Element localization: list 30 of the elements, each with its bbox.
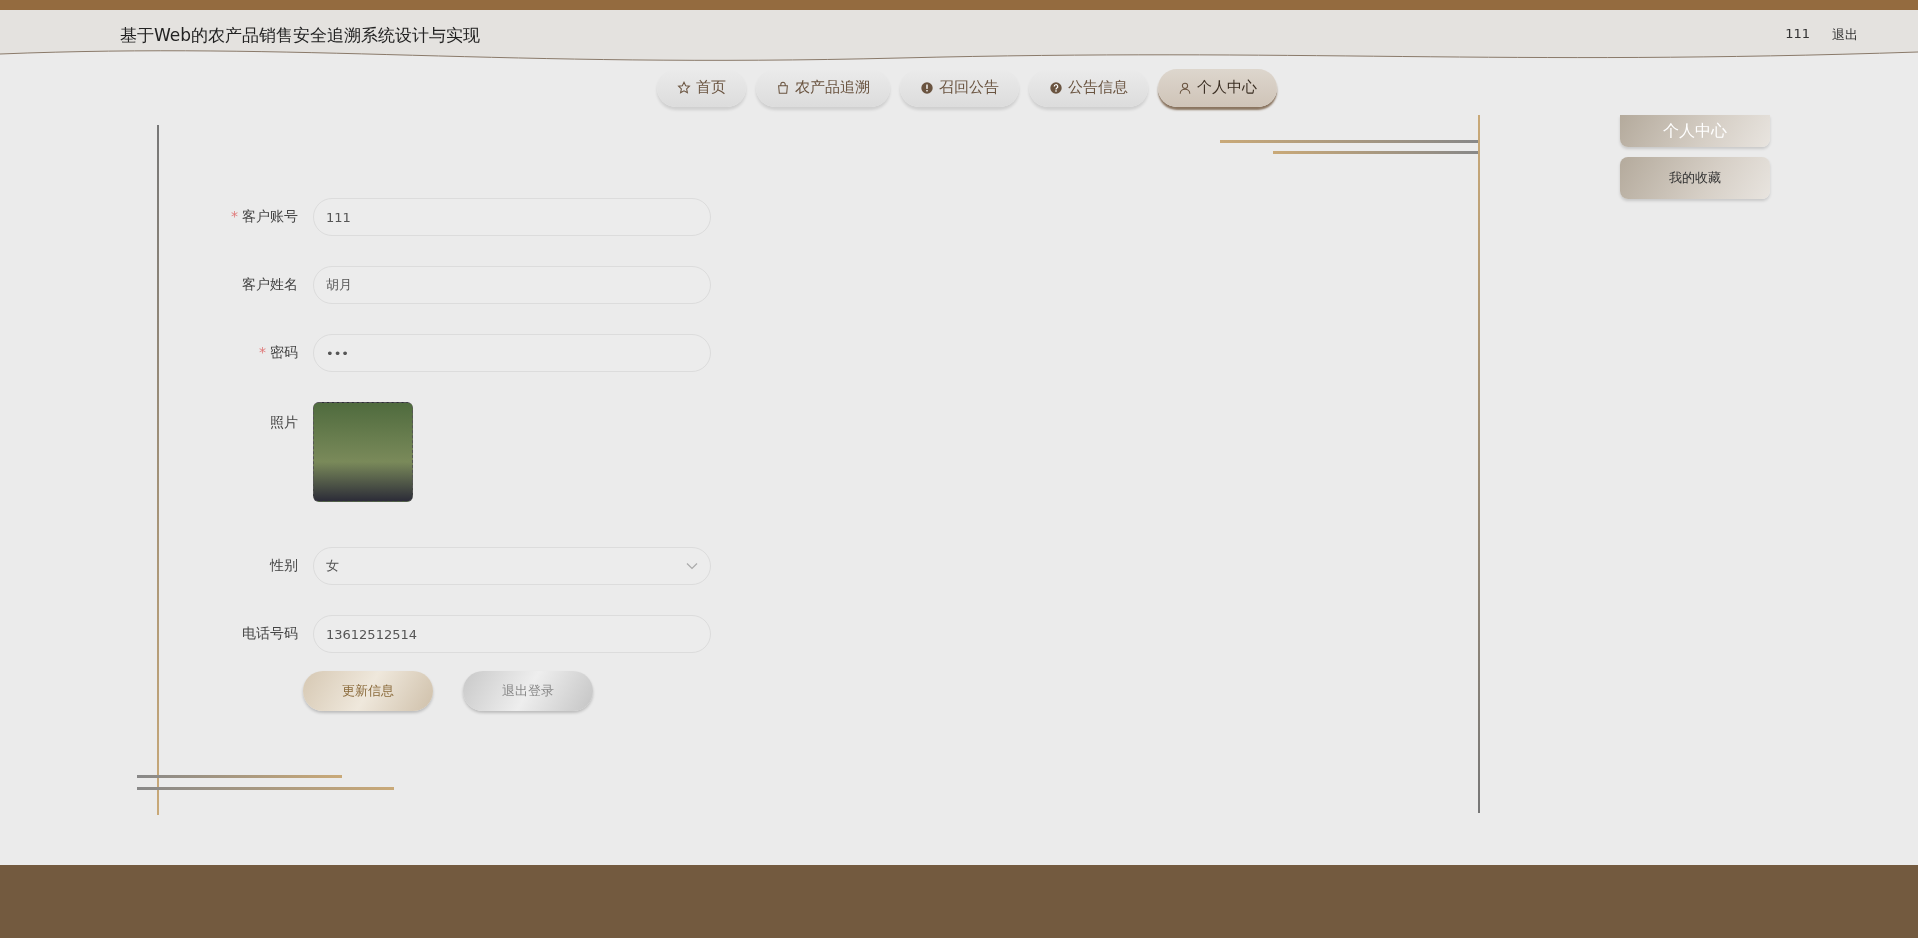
- required-mark: *: [259, 344, 266, 360]
- site-title: 基于Web的农产品销售安全追溯系统设计与实现: [120, 23, 481, 47]
- select-field[interactable]: 女: [313, 547, 711, 585]
- field-label: 照片: [270, 414, 298, 430]
- nav-tab[interactable]: 公告信息: [1029, 68, 1148, 107]
- field-label: 客户姓名: [242, 276, 298, 292]
- nav-tab[interactable]: 个人中心: [1158, 68, 1277, 107]
- sidebar-item[interactable]: 我的收藏: [1620, 157, 1770, 199]
- field-label: 电话号码: [242, 625, 298, 641]
- input-field[interactable]: 13612512514: [313, 615, 711, 653]
- caret-icon: [686, 562, 698, 570]
- field-label: 密码: [270, 344, 298, 360]
- nav-tab[interactable]: 首页: [657, 68, 746, 107]
- nav-tab[interactable]: 农产品追溯: [756, 68, 890, 107]
- update-button[interactable]: 更新信息: [303, 671, 433, 711]
- field-label: 客户账号: [242, 208, 298, 224]
- exclamation-icon: [920, 80, 934, 95]
- field-label: 性别: [270, 557, 298, 573]
- photo-placeholder[interactable]: [313, 402, 413, 502]
- person-icon: [1178, 80, 1192, 95]
- username: 111: [1785, 26, 1810, 43]
- input-field[interactable]: 胡月: [313, 266, 711, 304]
- password-field[interactable]: •••: [313, 334, 711, 372]
- logout-link[interactable]: 退出: [1832, 26, 1858, 44]
- bag-icon: [776, 80, 790, 95]
- star-icon: [677, 80, 691, 95]
- required-mark: *: [231, 208, 238, 224]
- question-icon: [1049, 80, 1063, 95]
- nav-tab[interactable]: 召回公告: [900, 68, 1019, 107]
- input-field[interactable]: 111: [313, 198, 711, 236]
